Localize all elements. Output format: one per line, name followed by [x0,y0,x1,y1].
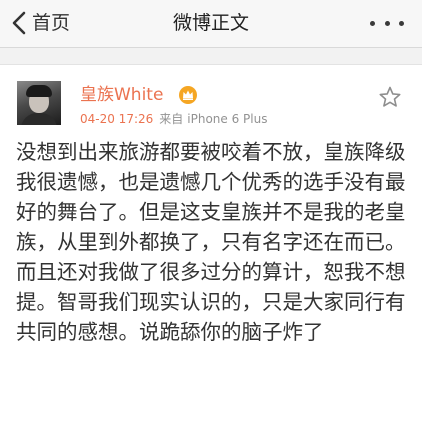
top-navigation-bar: 首页 微博正文 [0,0,422,48]
star-outline-icon [378,85,402,109]
more-dots-icon [384,20,390,26]
avatar-hair-shape [26,85,52,97]
post-source: iPhone 6 Plus [187,112,268,126]
more-dots-icon [399,20,404,26]
more-options-button[interactable] [370,12,404,34]
favorite-button[interactable] [378,85,402,109]
post-body-text: 没想到出来旅游都要被咬着不放，皇族降级我很遗憾，也是遗憾几个优秀的选手没有最好的… [16,140,406,344]
vip-crown-badge-icon[interactable] [178,85,198,105]
back-button-label: 首页 [32,12,71,34]
username-link[interactable]: 皇族White [80,84,163,106]
chevron-left-icon [12,11,26,35]
back-button[interactable]: 首页 [12,8,70,38]
avatar-body-shape [21,113,57,125]
avatar[interactable] [17,81,61,125]
post-card: 皇族White 04-20 17:26 来自 iPhone 6 Plus 没想到出来… [0,64,422,421]
more-dots-icon [370,20,375,26]
post-meta: 04-20 17:26 来自 iPhone 6 Plus [80,111,267,127]
source-prefix: 来自 [159,112,184,126]
post-timestamp: 04-20 17:26 [80,112,154,126]
